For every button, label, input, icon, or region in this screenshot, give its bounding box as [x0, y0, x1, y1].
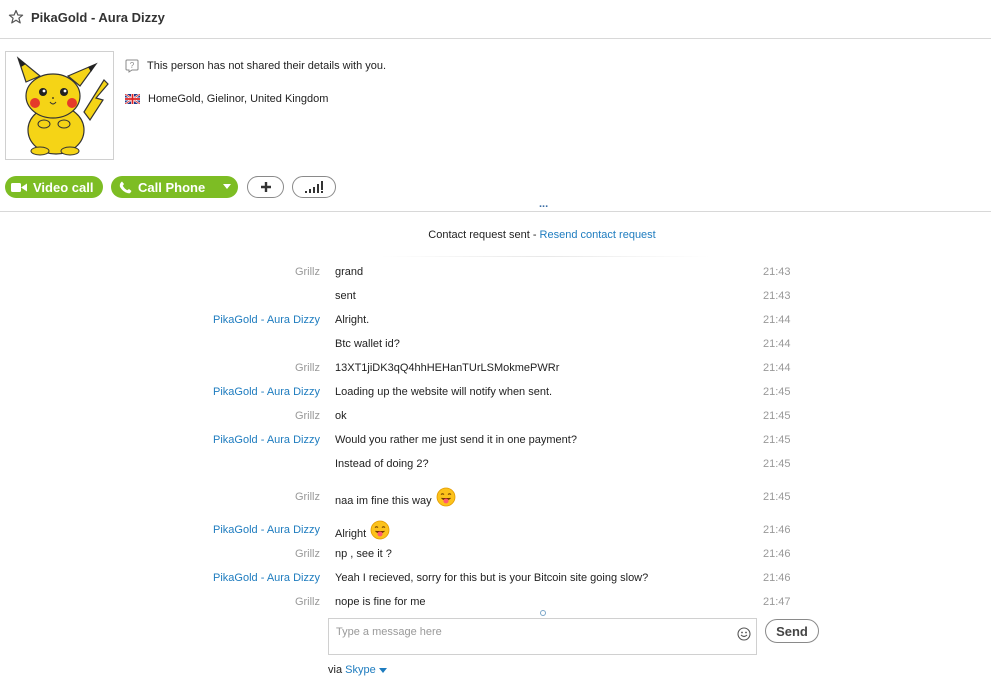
message-row: PikaGold - Aura Dizzy Would you rather m… — [0, 434, 991, 452]
plus-icon — [260, 182, 271, 192]
call-phone-button[interactable]: Call Phone — [111, 176, 238, 198]
via-service-selector[interactable]: Skype — [345, 664, 387, 676]
via-prefix: via — [328, 664, 346, 676]
expand-profile-toggle[interactable]: ... — [539, 199, 548, 210]
message-sender[interactable]: PikaGold - Aura Dizzy — [213, 434, 320, 446]
message-text: nope is fine for me — [335, 596, 426, 608]
typing-indicator — [540, 610, 546, 616]
message-time: 21:47 — [763, 596, 791, 608]
chevron-down-icon — [378, 667, 387, 673]
video-camera-icon — [11, 182, 27, 192]
avatar[interactable] — [5, 51, 114, 160]
chevron-down-icon[interactable] — [223, 184, 231, 189]
message-time: 21:43 — [763, 266, 791, 278]
message-time: 21:45 — [763, 458, 791, 470]
location-row: HomeGold, Gielinor, United Kingdom — [125, 93, 328, 105]
message-body: naa im fine this way — [335, 494, 432, 507]
message-row: Grillz 13XT1jiDK3qQ4hhHEHanTUrLSMokmePWR… — [0, 362, 991, 380]
message-row: Grillz ok 21:45 — [0, 410, 991, 428]
message-row: PikaGold - Aura Dizzy Alright 21:46 — [0, 520, 991, 544]
call-quality-button[interactable] — [292, 176, 336, 198]
message-composer — [328, 618, 757, 655]
message-text: grand — [335, 266, 364, 278]
via-service-label: Skype — [345, 664, 376, 676]
message-row: PikaGold - Aura Dizzy Loading up the web… — [0, 386, 991, 404]
message-sender[interactable]: Grillz — [295, 266, 320, 278]
add-people-button[interactable] — [247, 176, 284, 198]
privacy-notice: ? This person has not shared their detai… — [125, 59, 386, 73]
message-sender[interactable]: Grillz — [295, 491, 320, 503]
message-text: ok — [335, 410, 347, 422]
message-row: Grillz naa im fine this way 21:45 — [0, 487, 991, 511]
contact-name: PikaGold - Aura Dizzy — [31, 10, 165, 25]
phone-icon — [119, 181, 132, 193]
contact-request-status: Contact request sent - Resend contact re… — [0, 229, 991, 241]
message-row: Btc wallet id? 21:44 — [0, 338, 991, 356]
message-row: Instead of doing 2? 21:45 — [0, 458, 991, 476]
status-separator — [380, 256, 710, 257]
message-time: 21:46 — [763, 572, 791, 584]
message-sender[interactable]: PikaGold - Aura Dizzy — [213, 524, 320, 536]
message-sender[interactable]: PikaGold - Aura Dizzy — [213, 314, 320, 326]
message-input[interactable] — [329, 619, 738, 645]
tongue-smiley-icon — [370, 520, 390, 540]
call-phone-label: Call Phone — [138, 179, 206, 195]
message-text: naa im fine this way — [335, 487, 456, 511]
send-button[interactable]: Send — [765, 619, 819, 643]
message-text: sent — [335, 290, 356, 302]
message-time: 21:43 — [763, 290, 791, 302]
message-sender[interactable]: Grillz — [295, 596, 320, 608]
message-time: 21:45 — [763, 491, 791, 503]
message-text: Instead of doing 2? — [335, 458, 429, 470]
divider — [0, 211, 991, 212]
message-sender[interactable]: Grillz — [295, 548, 320, 560]
location-text: HomeGold, Gielinor, United Kingdom — [148, 93, 329, 105]
resend-contact-request-link[interactable]: Resend contact request — [540, 229, 656, 241]
unknown-details-icon: ? — [125, 59, 139, 73]
message-row: PikaGold - Aura Dizzy Alright. 21:44 — [0, 314, 991, 332]
message-body: Alright — [335, 527, 367, 540]
video-call-button[interactable]: Video call — [5, 176, 103, 198]
message-text: Would you rather me just send it in one … — [335, 434, 577, 446]
uk-flag-icon — [125, 94, 140, 104]
message-text: Loading up the website will notify when … — [335, 386, 553, 398]
message-text: Alright — [335, 520, 390, 544]
message-sender[interactable]: PikaGold - Aura Dizzy — [213, 572, 320, 584]
message-row: Grillz np , see it ? 21:46 — [0, 548, 991, 566]
message-time: 21:46 — [763, 524, 791, 536]
message-time: 21:46 — [763, 548, 791, 560]
signal-strength-icon — [305, 181, 323, 193]
message-row: Grillz grand 21:43 — [0, 266, 991, 284]
message-sender[interactable]: PikaGold - Aura Dizzy — [213, 386, 320, 398]
video-call-label: Video call — [33, 179, 94, 195]
message-text: Btc wallet id? — [335, 338, 400, 350]
privacy-text: This person has not shared their details… — [147, 60, 387, 72]
message-sender[interactable]: Grillz — [295, 362, 320, 374]
message-time: 21:44 — [763, 314, 791, 326]
message-row: Grillz nope is fine for me 21:47 — [0, 596, 991, 614]
message-time: 21:44 — [763, 362, 791, 374]
star-icon[interactable] — [8, 9, 24, 25]
emoticon-picker-icon[interactable] — [737, 627, 751, 641]
message-text: 13XT1jiDK3qQ4hhHEHanTUrLSMokmePWRr — [335, 362, 560, 374]
message-time: 21:45 — [763, 434, 791, 446]
pikachu-avatar — [16, 56, 109, 156]
tongue-smiley-icon — [436, 487, 456, 507]
message-row: sent 21:43 — [0, 290, 991, 308]
message-sender[interactable]: Grillz — [295, 410, 320, 422]
svg-text:?: ? — [130, 61, 135, 70]
message-row: PikaGold - Aura Dizzy Yeah I recieved, s… — [0, 572, 991, 590]
message-time: 21:44 — [763, 338, 791, 350]
message-text: np , see it ? — [335, 548, 392, 560]
message-text: Alright. — [335, 314, 370, 326]
message-time: 21:45 — [763, 410, 791, 422]
send-via: via Skype — [328, 664, 387, 676]
conversation-header: PikaGold - Aura Dizzy — [0, 0, 991, 39]
message-time: 21:45 — [763, 386, 791, 398]
message-text: Yeah I recieved, sorry for this but is y… — [335, 572, 649, 584]
contact-request-text: Contact request sent - — [428, 229, 540, 241]
